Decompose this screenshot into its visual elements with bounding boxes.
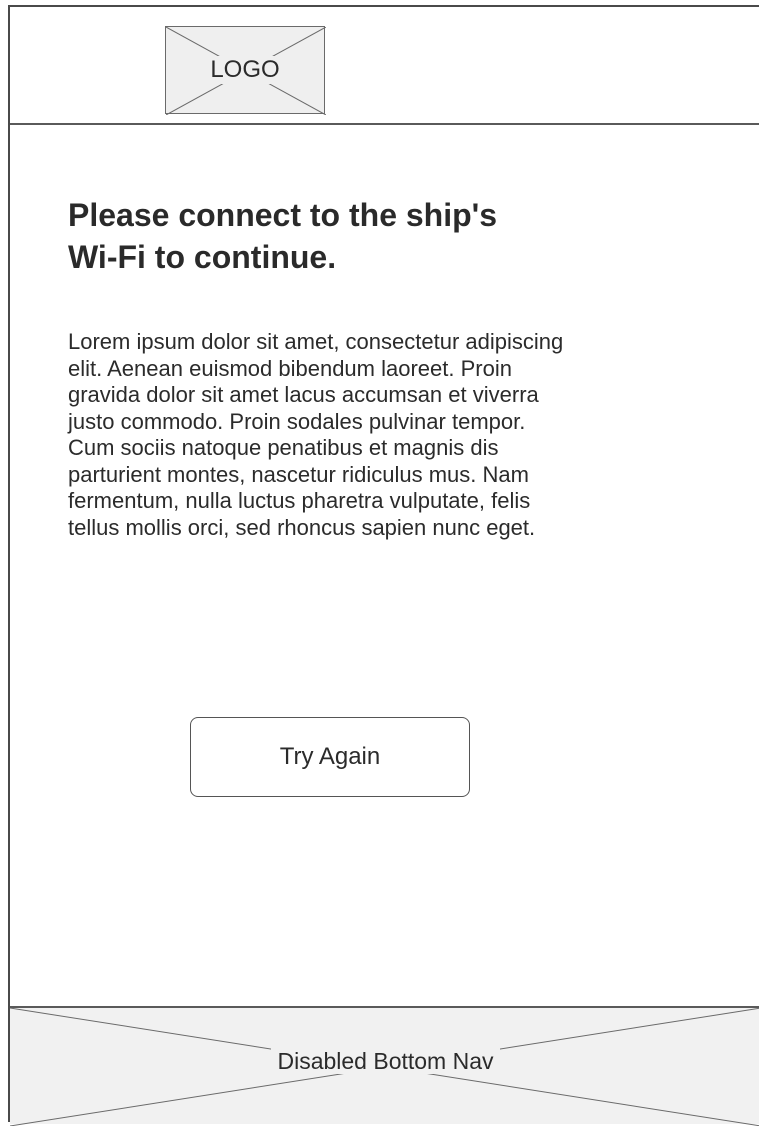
body-line-5: Cum sociis natoque penatibus et magnis d… [68, 435, 499, 460]
body-line-7: fermentum, nulla luctus pharetra vulputa… [68, 488, 531, 513]
page-title: Please connect to the ship's Wi-Fi to co… [68, 194, 628, 278]
body-line-4: justo commodo. Proin sodales pulvinar te… [68, 408, 526, 434]
body-paragraph: Lorem ipsum dolor sit amet, consectetur … [68, 329, 668, 541]
page-title-line-1: Please connect to the ship's [68, 197, 498, 233]
body-line-1: Lorem ipsum dolor sit amet, consectetur … [68, 329, 564, 354]
header: LOGO [10, 7, 759, 125]
body-line-3: gravida dolor sit amet lacus accumsan et… [68, 382, 539, 407]
bottom-nav-label: Disabled Bottom Nav [271, 1048, 500, 1074]
app-screen: LOGO Please connect to the ship's Wi-Fi … [8, 5, 759, 1126]
body-line-2: elit. Aenean euismod bibendum laoreet. P… [68, 355, 512, 381]
bottom-nav: Disabled Bottom Nav [10, 1006, 759, 1126]
body-line-6: parturient montes, nascetur ridiculus mu… [68, 461, 529, 487]
logo-label: LOGO [208, 56, 282, 84]
body-line-8: tellus mollis orci, sed rhoncus sapien n… [68, 514, 536, 540]
try-again-button[interactable]: Try Again [190, 717, 470, 797]
page-title-line-2: Wi-Fi to continue. [68, 239, 337, 275]
logo-placeholder: LOGO [165, 26, 326, 115]
